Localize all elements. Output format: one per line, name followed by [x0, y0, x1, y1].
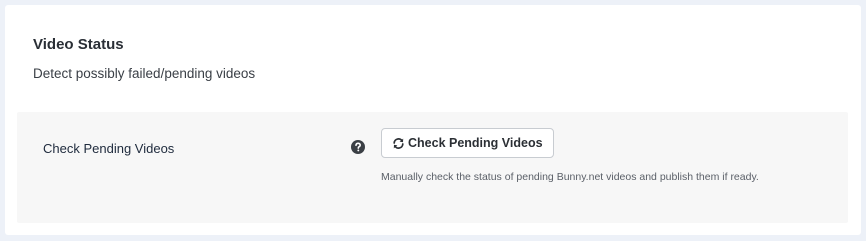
- check-pending-videos-button-label: Check Pending Videos: [408, 136, 543, 150]
- setting-help-text: Manually check the status of pending Bun…: [381, 171, 759, 183]
- question-circle-icon[interactable]: [351, 140, 365, 154]
- video-status-card: Video Status Detect possibly failed/pend…: [5, 5, 861, 235]
- setting-label: Check Pending Videos: [43, 141, 175, 156]
- section-description: Detect possibly failed/pending videos: [33, 66, 256, 81]
- refresh-icon: [392, 137, 405, 150]
- section-title: Video Status: [33, 36, 124, 53]
- check-pending-videos-button[interactable]: Check Pending Videos: [381, 128, 554, 158]
- setting-row-check-pending: Check Pending Videos Check Pending Video…: [17, 112, 848, 223]
